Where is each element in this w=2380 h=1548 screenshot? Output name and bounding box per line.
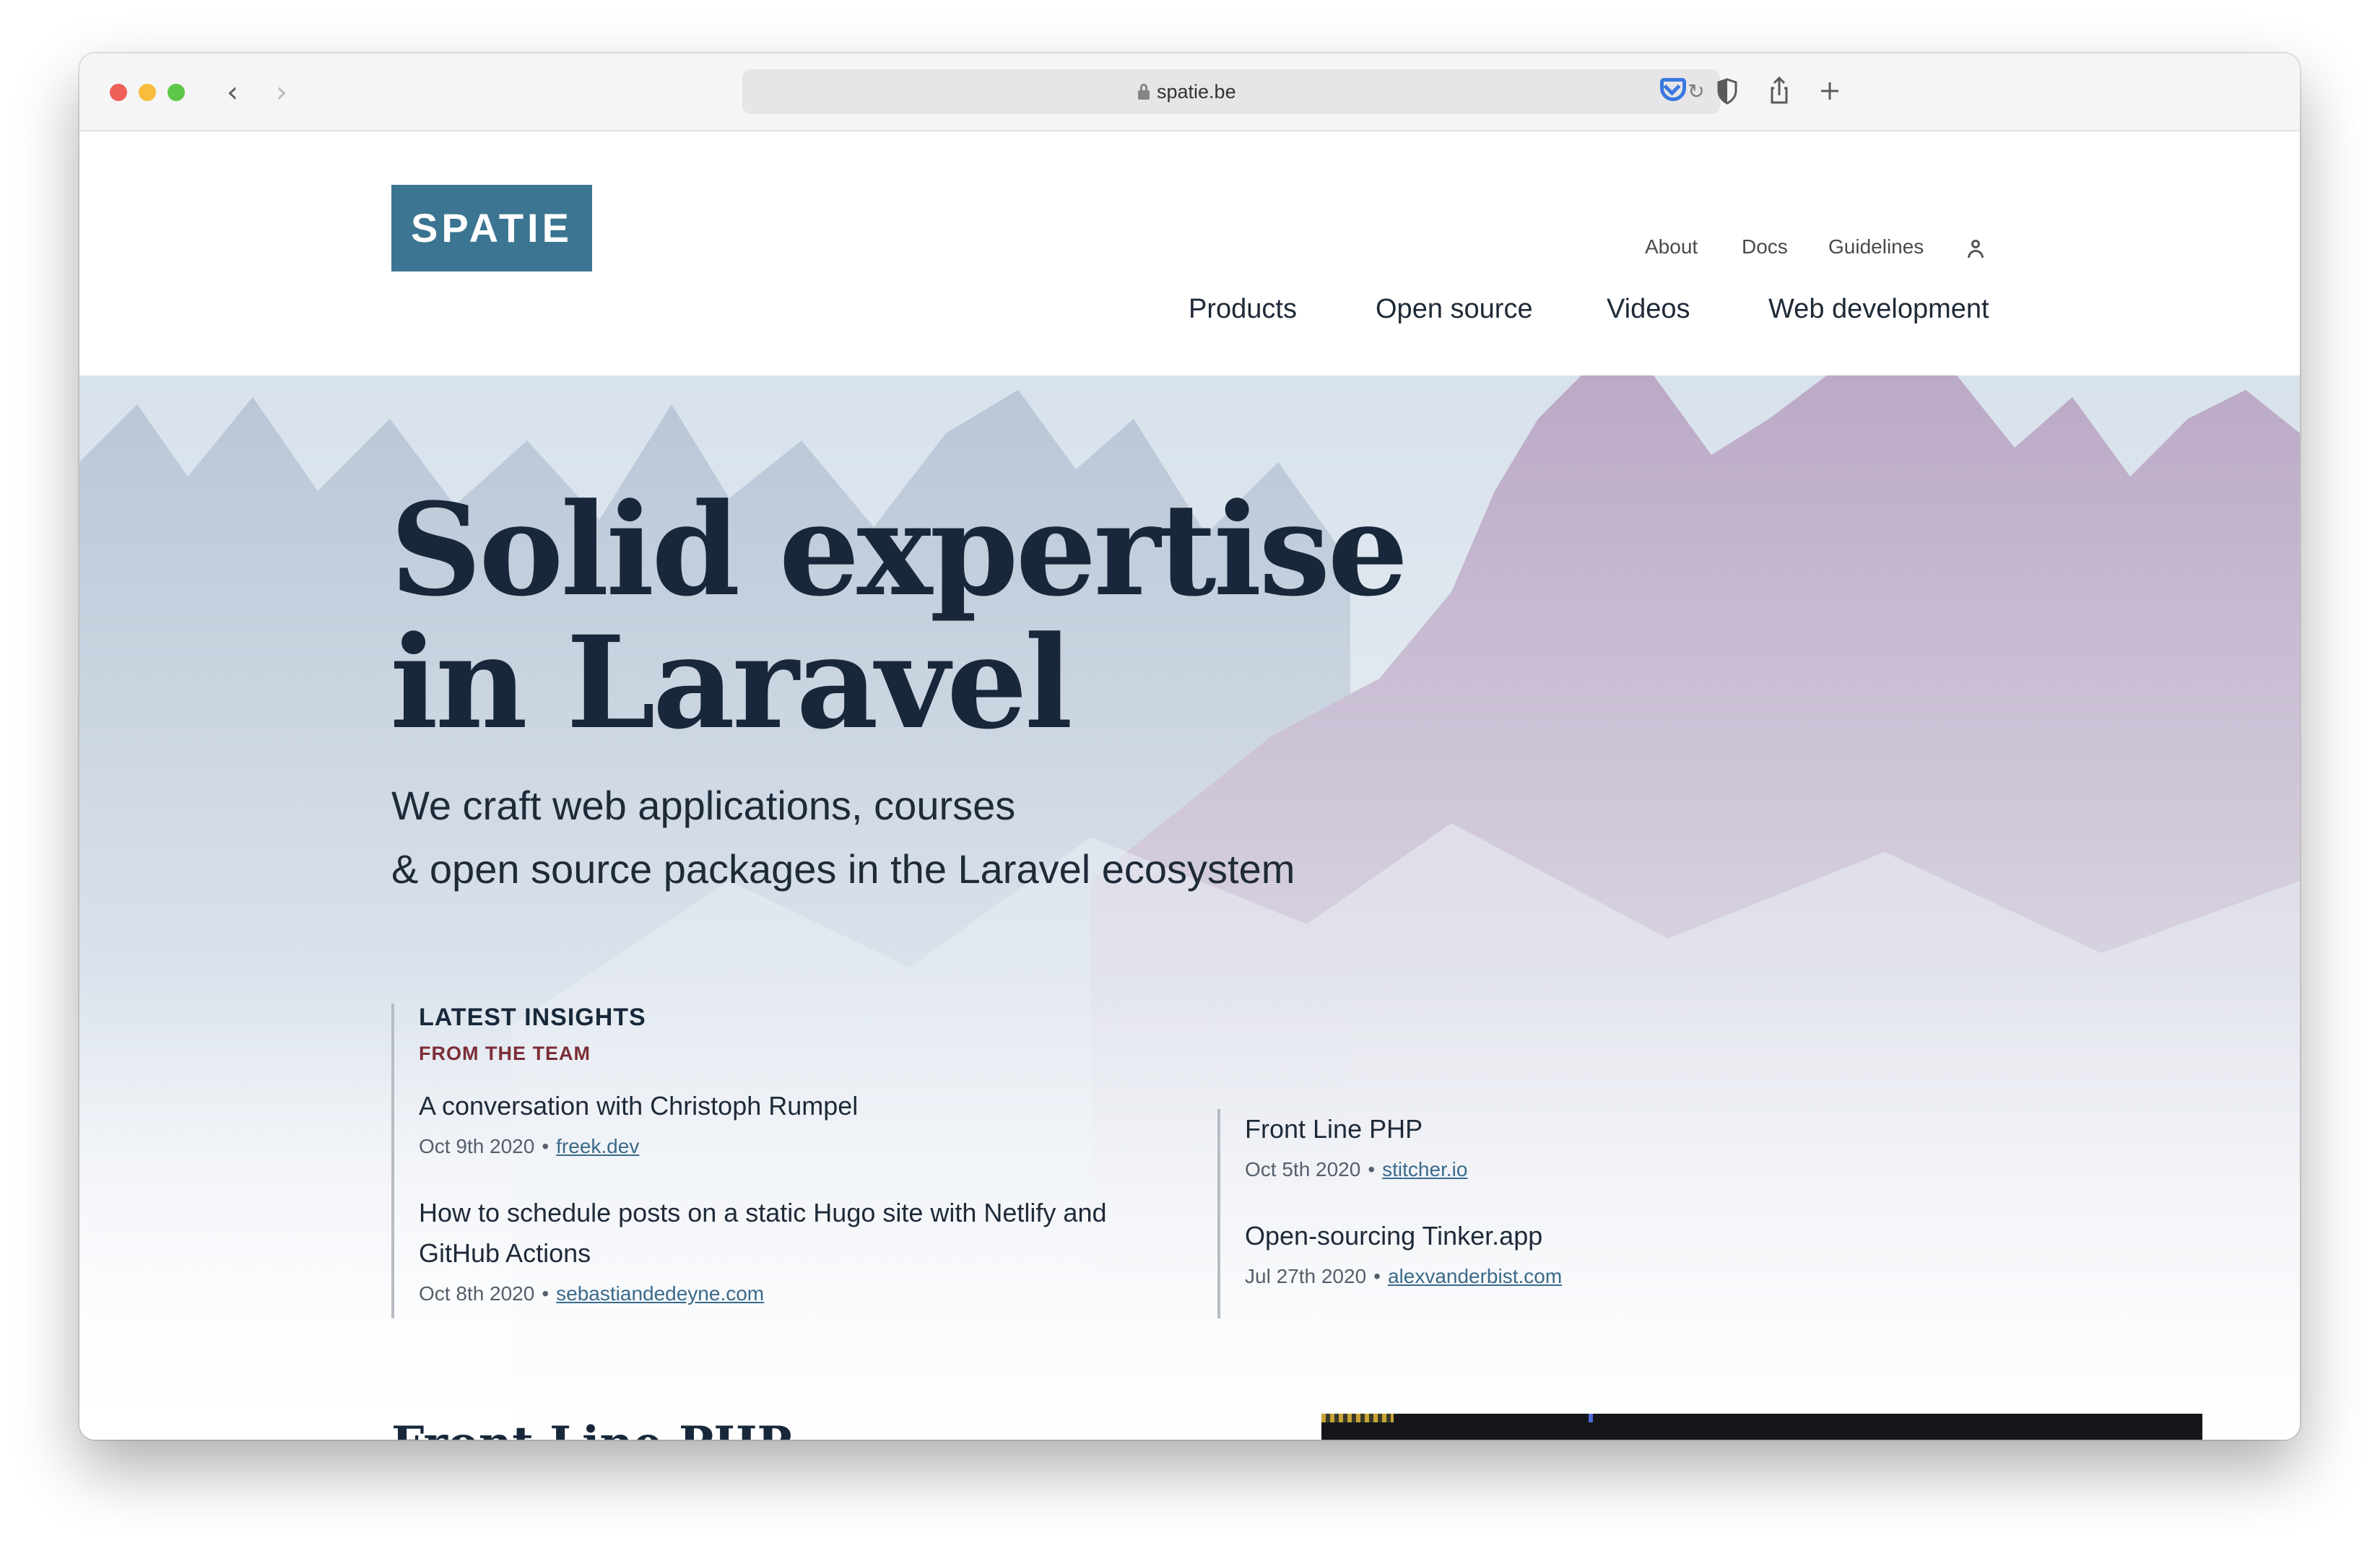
- post-date: Oct 5th 2020: [1245, 1158, 1361, 1180]
- plus-icon[interactable]: [1811, 72, 1849, 110]
- post-source-link[interactable]: alexvanderbist.com: [1388, 1265, 1562, 1287]
- next-section-heading: Front Line PHP: [391, 1415, 792, 1440]
- insight-post: Front Line PHP Oct 5th 2020 • stitcher.io: [1245, 1109, 1996, 1186]
- hero-subtitle: We craft web applications, courses & ope…: [391, 774, 1763, 901]
- post-meta: Oct 9th 2020 • freek.dev: [419, 1131, 1170, 1162]
- hero-title: Solid expertise in Laravel: [390, 484, 1617, 749]
- minimize-window-button[interactable]: [139, 84, 156, 101]
- post-date: Jul 27th 2020: [1245, 1265, 1367, 1287]
- share-icon[interactable]: [1760, 72, 1798, 110]
- browser-window: ‹ › spatie.be ↻ SPATIE About Docs Guidel…: [79, 53, 2300, 1440]
- nav-guidelines[interactable]: Guidelines: [1828, 232, 1924, 261]
- url-text: spatie.be: [1157, 81, 1236, 103]
- nav-products[interactable]: Products: [1189, 292, 1297, 326]
- nav-about[interactable]: About: [1645, 232, 1698, 261]
- post-meta: Oct 5th 2020 • stitcher.io: [1245, 1154, 1996, 1186]
- lock-icon: [1138, 84, 1150, 100]
- nav-docs[interactable]: Docs: [1742, 232, 1788, 261]
- post-source-link[interactable]: sebastiandedeyne.com: [556, 1282, 764, 1305]
- separator-dot: •: [542, 1282, 550, 1305]
- address-bar[interactable]: spatie.be ↻: [742, 69, 1720, 114]
- video-thumbnail[interactable]: [1321, 1414, 2202, 1440]
- hero-subtitle-line-1: We craft web applications, courses: [391, 783, 1016, 828]
- post-source-link[interactable]: stitcher.io: [1382, 1158, 1467, 1180]
- close-window-button[interactable]: [110, 84, 127, 101]
- nav-videos[interactable]: Videos: [1607, 292, 1690, 326]
- insight-post: How to schedule posts on a static Hugo s…: [419, 1193, 1170, 1310]
- insight-post: A conversation with Christoph Rumpel Oct…: [419, 1086, 1170, 1162]
- post-date: Oct 8th 2020: [419, 1282, 535, 1305]
- post-meta: Oct 8th 2020 • sebastiandedeyne.com: [419, 1278, 1170, 1310]
- nav-open-source[interactable]: Open source: [1376, 292, 1533, 326]
- post-title-link[interactable]: Front Line PHP: [1245, 1109, 1996, 1149]
- insight-post: Open-sourcing Tinker.app Jul 27th 2020 • a…: [1245, 1216, 1996, 1292]
- hero-title-line-1: Solid expertise: [390, 475, 1408, 625]
- post-title-link[interactable]: How to schedule posts on a static Hugo s…: [419, 1193, 1170, 1274]
- site-header: SPATIE About Docs Guidelines Products Op…: [79, 131, 2300, 375]
- post-title-link[interactable]: A conversation with Christoph Rumpel: [419, 1086, 1170, 1126]
- back-icon[interactable]: ‹: [218, 78, 247, 107]
- nav-web-development[interactable]: Web development: [1768, 292, 1989, 326]
- user-icon[interactable]: [1966, 238, 1986, 260]
- insights-column-right: Front Line PHP Oct 5th 2020 • stitcher.io …: [1217, 1109, 2015, 1318]
- hero-title-line-2: in Laravel: [390, 608, 1073, 757]
- forward-icon[interactable]: ›: [267, 78, 296, 107]
- post-source-link[interactable]: freek.dev: [556, 1135, 639, 1157]
- separator-dot: •: [542, 1135, 550, 1157]
- pocket-icon[interactable]: [1655, 72, 1693, 110]
- post-date: Oct 9th 2020: [419, 1135, 535, 1157]
- post-title-link[interactable]: Open-sourcing Tinker.app: [1245, 1216, 1996, 1256]
- separator-dot: •: [1373, 1265, 1381, 1287]
- separator-dot: •: [1368, 1158, 1376, 1180]
- hero-section: Solid expertise in Laravel We craft web …: [79, 375, 2300, 1440]
- insights-subheading: FROM THE TEAM: [419, 1043, 591, 1064]
- zoom-window-button[interactable]: [168, 84, 185, 101]
- post-meta: Jul 27th 2020 • alexvanderbist.com: [1245, 1261, 1996, 1292]
- shield-icon[interactable]: [1708, 72, 1746, 110]
- insights-column-left: LATEST INSIGHTS FROM THE TEAM A conversa…: [391, 1004, 1189, 1318]
- browser-toolbar: ‹ › spatie.be ↻: [79, 53, 2300, 131]
- hero-subtitle-line-2: & open source packages in the Laravel ec…: [391, 846, 1295, 892]
- insights-heading: LATEST INSIGHTS: [419, 1004, 646, 1031]
